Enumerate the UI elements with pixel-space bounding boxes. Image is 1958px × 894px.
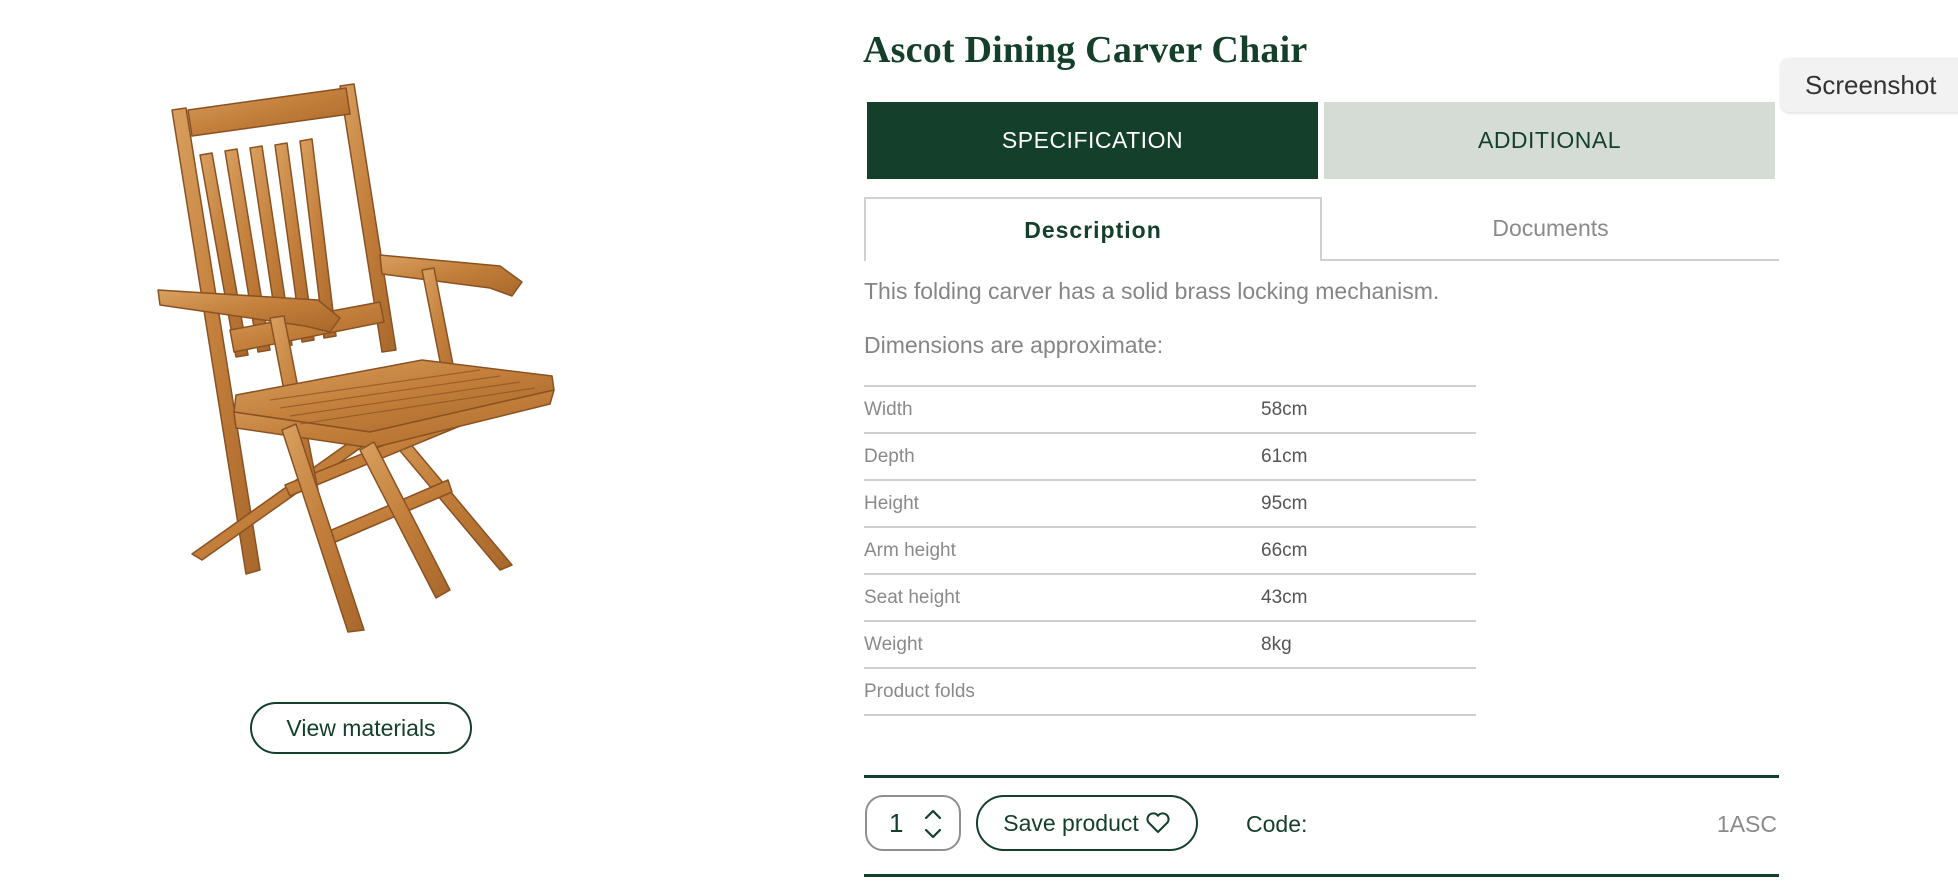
tab-additional[interactable]: ADDITIONAL <box>1324 102 1775 179</box>
tab-documents[interactable]: Documents <box>1322 197 1779 259</box>
spec-value: 58cm <box>1261 398 1308 420</box>
table-row: Arm height 66cm <box>864 527 1476 574</box>
purchase-bar-bottom-rule <box>864 874 1779 877</box>
specifications-table: Width 58cm Depth 61cm Height 95cm Arm he… <box>864 385 1476 716</box>
spec-label: Arm height <box>864 539 956 561</box>
product-description: This folding carver has a solid brass lo… <box>864 278 1440 304</box>
tab-specification[interactable]: SPECIFICATION <box>867 102 1318 179</box>
spec-value: 95cm <box>1261 492 1308 514</box>
product-code-value: 1ASC <box>1716 811 1777 837</box>
spec-value: 43cm <box>1261 586 1308 608</box>
spec-label: Seat height <box>864 586 961 608</box>
tab-description[interactable]: Description <box>864 197 1322 261</box>
table-row: Width 58cm <box>864 386 1476 433</box>
table-row: Product folds <box>864 668 1476 715</box>
spec-value: 61cm <box>1261 445 1308 467</box>
save-product-button[interactable]: Save product <box>976 795 1198 851</box>
spec-label: Height <box>864 492 919 514</box>
table-row: Height 95cm <box>864 480 1476 527</box>
dimensions-note: Dimensions are approximate: <box>864 332 1164 358</box>
chair-illustration <box>157 83 555 633</box>
sub-tab-bar: Description Documents <box>864 197 1779 261</box>
spec-label: Width <box>864 398 913 420</box>
view-materials-button[interactable]: View materials <box>250 702 472 754</box>
spec-value: 8kg <box>1261 633 1292 655</box>
chevron-up-down-icon[interactable] <box>923 806 943 842</box>
product-image <box>150 70 580 650</box>
table-row: Seat height 43cm <box>864 574 1476 621</box>
purchase-bar-top-rule <box>864 775 1779 778</box>
quantity-stepper[interactable]: 1 <box>865 795 961 851</box>
spec-label: Depth <box>864 445 915 467</box>
quantity-value[interactable]: 1 <box>889 808 919 839</box>
product-title: Ascot Dining Carver Chair <box>863 29 1308 71</box>
spec-label: Weight <box>864 633 923 655</box>
spec-value: 66cm <box>1261 539 1308 561</box>
screenshot-button[interactable]: Screenshot <box>1781 58 1958 112</box>
product-code-label: Code: <box>1246 811 1308 837</box>
heart-outline-icon <box>1146 812 1170 833</box>
spec-value <box>1261 668 1476 715</box>
save-product-label: Save product <box>1003 809 1139 836</box>
spec-label: Product folds <box>864 680 975 702</box>
table-row: Weight 8kg <box>864 621 1476 668</box>
table-row: Depth 61cm <box>864 433 1476 480</box>
